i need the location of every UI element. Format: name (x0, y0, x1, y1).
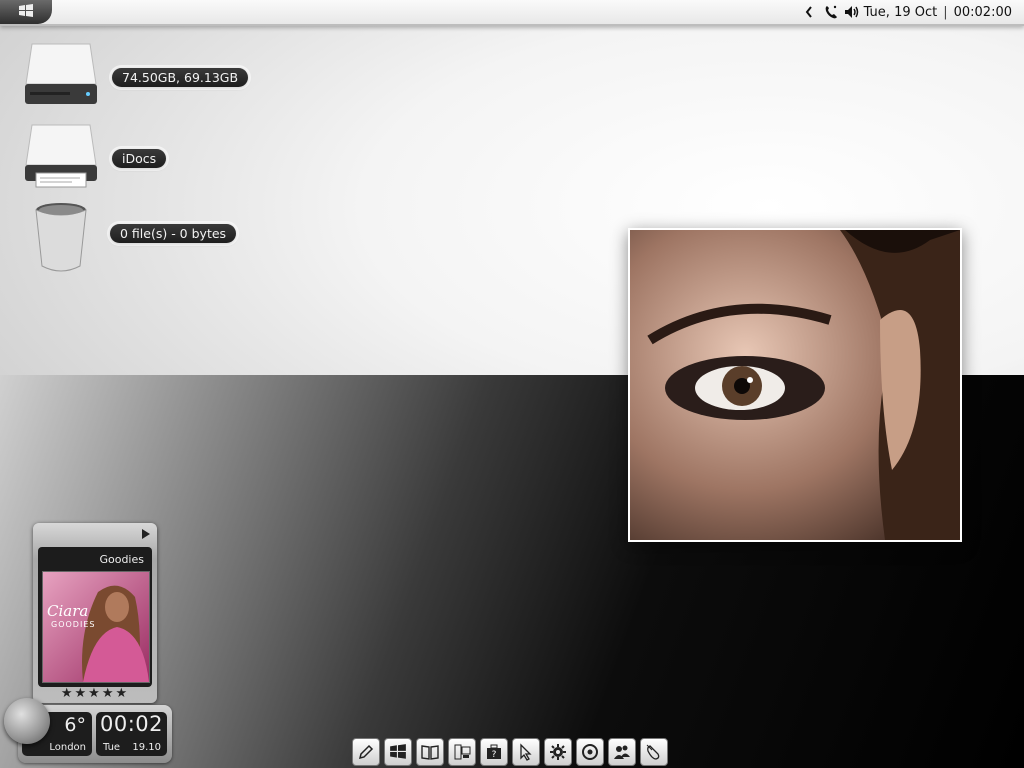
rating-stars[interactable]: ★★★★★ (33, 686, 157, 701)
recycle-bin-icon (30, 200, 92, 282)
edit-icon[interactable] (352, 738, 380, 766)
cursor-icon[interactable] (512, 738, 540, 766)
separator: | (943, 4, 948, 20)
play-icon[interactable] (142, 529, 150, 539)
recycle-bin-label: 0 file(s) - 0 bytes (110, 223, 237, 243)
phone-icon[interactable] (824, 4, 838, 20)
book-icon[interactable] (416, 738, 444, 766)
windows-icon[interactable] (384, 738, 412, 766)
chevron-left-icon[interactable] (804, 4, 818, 20)
desktop-item-recycle-bin[interactable]: 0 file(s) - 0 bytes (30, 200, 237, 282)
eye-photo (630, 230, 960, 540)
clock-day: Tue (103, 742, 121, 753)
drive-label: 74.50GB, 69.13GB (112, 67, 249, 87)
desktop-item-drive[interactable]: 74.50GB, 69.13GB (22, 40, 249, 114)
clock-date: 19.10 (132, 742, 161, 753)
date-text[interactable]: Tue, 19 Oct (864, 5, 938, 20)
album-title: Goodies (99, 553, 144, 566)
help-icon[interactable]: ? (480, 738, 508, 766)
top-bar: Tue, 19 Oct | 00:02:00 (0, 0, 1024, 26)
photo-frame[interactable] (628, 228, 962, 542)
svg-text:?: ? (492, 750, 497, 760)
start-button[interactable] (0, 0, 52, 24)
moon-phase-icon (4, 698, 50, 744)
album-cover[interactable]: Ciara GOODIES (42, 571, 150, 683)
temperature: 6° (64, 714, 86, 736)
computer-icon[interactable] (448, 738, 476, 766)
mouse-icon[interactable] (640, 738, 668, 766)
city-name: London (49, 742, 86, 753)
windows-logo-icon (18, 3, 34, 22)
music-panel: Goodies Ciara GOODIES (38, 547, 152, 687)
time-text[interactable]: 00:02:00 (954, 5, 1012, 20)
documents-drive-icon (22, 121, 100, 195)
cover-text-album: GOODIES (51, 620, 96, 629)
idocs-label: iDocs (112, 148, 167, 168)
desktop-item-idocs[interactable]: iDocs (22, 121, 167, 195)
users-icon[interactable] (608, 738, 636, 766)
cover-text-artist: Ciara (47, 602, 89, 620)
system-tray: Tue, 19 Oct | 00:02:00 (804, 3, 1012, 21)
volume-icon[interactable] (844, 4, 858, 20)
dock: ? (352, 738, 668, 768)
gear-icon[interactable] (544, 738, 572, 766)
clock-time: 00:02 (99, 712, 164, 736)
music-widget[interactable]: Goodies Ciara GOODIES ★★★★★ (33, 523, 157, 703)
clock-panel[interactable]: 00:02 Tue 19.10 (96, 712, 167, 756)
disc-icon[interactable] (576, 738, 604, 766)
hard-drive-icon (22, 40, 100, 114)
